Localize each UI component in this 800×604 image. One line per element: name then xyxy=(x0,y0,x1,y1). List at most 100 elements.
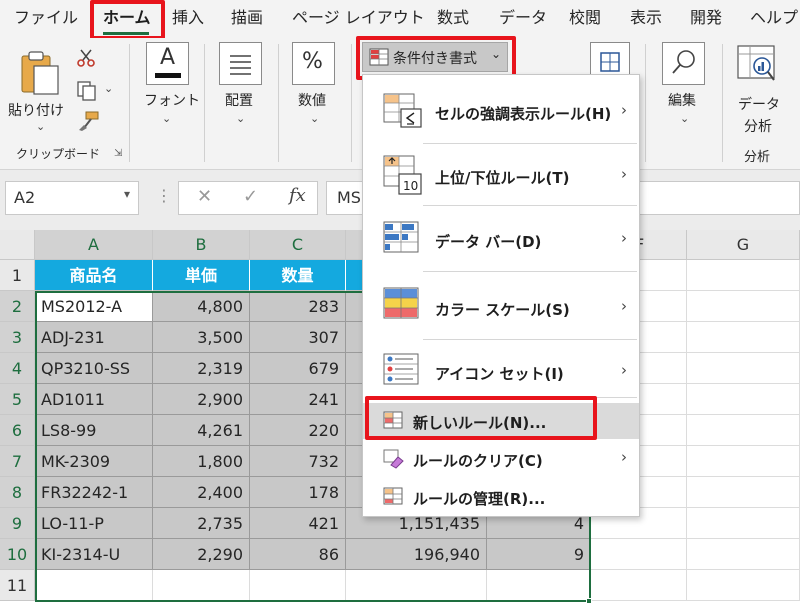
cell-c10[interactable]: 86 xyxy=(250,539,346,570)
grid-cell[interactable] xyxy=(687,415,800,446)
format-painter-icon[interactable] xyxy=(76,110,100,132)
cell-b6[interactable]: 4,261 xyxy=(153,415,250,446)
grid-cell[interactable] xyxy=(35,570,153,601)
cell-c8[interactable]: 178 xyxy=(250,477,346,508)
row-header-2[interactable]: 2 xyxy=(0,291,35,322)
cell-c2[interactable]: 283 xyxy=(250,291,346,322)
tab-draw[interactable]: 描画 xyxy=(231,0,263,38)
row-header-9[interactable]: 9 xyxy=(0,508,35,539)
cancel-icon[interactable]: ✕ xyxy=(197,186,212,207)
header-cell-price[interactable]: 単価 xyxy=(153,260,250,291)
row-header-3[interactable]: 3 xyxy=(0,322,35,353)
dialog-launcher-icon[interactable]: ⇲ xyxy=(114,148,122,159)
cell-b8[interactable]: 2,400 xyxy=(153,477,250,508)
row-header-1[interactable]: 1 xyxy=(0,260,35,291)
menu-item-color-scales[interactable]: カラー スケール(S) › xyxy=(363,275,639,337)
cell-c5[interactable]: 241 xyxy=(250,384,346,415)
insert-function-icon[interactable]: fx xyxy=(289,185,306,206)
cell-b9[interactable]: 2,735 xyxy=(153,508,250,539)
cell-b10[interactable]: 2,290 xyxy=(153,539,250,570)
row-header-5[interactable]: 5 xyxy=(0,384,35,415)
column-header-c[interactable]: C xyxy=(250,230,346,260)
menu-item-icon-sets[interactable]: アイコン セット(I) › xyxy=(363,341,639,399)
cell-a4[interactable]: QP3210-SS xyxy=(35,353,153,384)
column-header-a[interactable]: A xyxy=(35,230,153,260)
cell-a6[interactable]: LS8-99 xyxy=(35,415,153,446)
cell-a9[interactable]: LO-11-P xyxy=(35,508,153,539)
cell-a7[interactable]: MK-2309 xyxy=(35,446,153,477)
row-header-11[interactable]: 11 xyxy=(0,570,35,601)
cell-d10[interactable]: 196,940 xyxy=(346,539,487,570)
grid-cell[interactable] xyxy=(687,508,800,539)
cell-c4[interactable]: 679 xyxy=(250,353,346,384)
cell-b5[interactable]: 2,900 xyxy=(153,384,250,415)
menu-item-manage-rules[interactable]: ルールの管理(R)... xyxy=(363,479,639,515)
cut-icon[interactable] xyxy=(76,48,96,68)
row-header-6[interactable]: 6 xyxy=(0,415,35,446)
header-cell-quantity[interactable]: 数量 xyxy=(250,260,346,291)
grid-cell[interactable] xyxy=(591,539,687,570)
row-header-8[interactable]: 8 xyxy=(0,477,35,508)
name-box[interactable]: A2 ▾ xyxy=(5,181,139,215)
grid-cell[interactable] xyxy=(687,539,800,570)
enter-icon[interactable]: ✓ xyxy=(243,186,258,207)
fill-handle[interactable] xyxy=(586,598,592,604)
cell-a2[interactable]: MS2012-A xyxy=(35,291,153,322)
tab-formulas[interactable]: 数式 xyxy=(437,0,469,38)
grid-cell[interactable] xyxy=(687,477,800,508)
cell-b7[interactable]: 1,800 xyxy=(153,446,250,477)
cell-b3[interactable]: 3,500 xyxy=(153,322,250,353)
cell-c6[interactable]: 220 xyxy=(250,415,346,446)
grid-cell[interactable] xyxy=(687,446,800,477)
menu-item-data-bars[interactable]: データ バー(D) › xyxy=(363,209,639,269)
tab-review[interactable]: 校閲 xyxy=(569,0,601,38)
menu-item-top-bottom-rules[interactable]: 10 上位/下位ルール(T) › xyxy=(363,145,639,205)
tab-page-layout[interactable]: ページ レイアウト xyxy=(292,0,425,38)
grid-cell[interactable] xyxy=(687,353,800,384)
cell-e10[interactable]: 9 xyxy=(487,539,591,570)
grid-cell[interactable] xyxy=(687,291,800,322)
header-cell-product[interactable]: 商品名 xyxy=(35,260,153,291)
tab-developer[interactable]: 開発 xyxy=(690,0,722,38)
grid-cell[interactable] xyxy=(687,570,800,601)
tab-view[interactable]: 表示 xyxy=(630,0,662,38)
editing-button[interactable] xyxy=(662,42,705,85)
cell-c9[interactable]: 421 xyxy=(250,508,346,539)
cell-c3[interactable]: 307 xyxy=(250,322,346,353)
paste-button[interactable]: 貼り付け ⌄ xyxy=(8,46,70,133)
row-header-4[interactable]: 4 xyxy=(0,353,35,384)
tab-help[interactable]: ヘルプ xyxy=(750,0,798,38)
cell-a8[interactable]: FR32242-1 xyxy=(35,477,153,508)
row-header-7[interactable]: 7 xyxy=(0,446,35,477)
alignment-button[interactable] xyxy=(219,42,262,85)
cell-b2[interactable]: 4,800 xyxy=(153,291,250,322)
font-button[interactable]: A xyxy=(146,42,189,85)
editing-label: 編集 xyxy=(668,93,696,109)
cell-a10[interactable]: KI-2314-U xyxy=(35,539,153,570)
copy-icon[interactable] xyxy=(76,80,98,102)
tab-insert[interactable]: 挿入 xyxy=(172,0,204,38)
group-separator xyxy=(129,44,130,162)
tab-file[interactable]: ファイル xyxy=(14,0,78,38)
cell-b4[interactable]: 2,319 xyxy=(153,353,250,384)
data-analysis-button[interactable]: データ 分析 xyxy=(734,42,784,135)
column-header-b[interactable]: B xyxy=(153,230,250,260)
grid-cell[interactable] xyxy=(591,570,687,601)
grid-cell[interactable] xyxy=(153,570,250,601)
menu-item-highlight-rules[interactable]: セルの強調表示ルール(H) › xyxy=(363,81,639,141)
grid-cell[interactable] xyxy=(250,570,346,601)
cell-a5[interactable]: AD1011 xyxy=(35,384,153,415)
column-header-g[interactable]: G xyxy=(687,230,800,260)
grid-cell[interactable] xyxy=(687,322,800,353)
cell-c7[interactable]: 732 xyxy=(250,446,346,477)
row-header-10[interactable]: 10 xyxy=(0,539,35,570)
grid-cell[interactable] xyxy=(346,570,487,601)
number-button[interactable]: % xyxy=(292,42,335,85)
grid-cell[interactable] xyxy=(687,384,800,415)
cell-a3[interactable]: ADJ-231 xyxy=(35,322,153,353)
grid-cell[interactable] xyxy=(687,260,800,291)
tab-data[interactable]: データ xyxy=(499,0,547,38)
menu-item-clear-rules[interactable]: ルールのクリア(C) › xyxy=(363,441,639,477)
select-all-corner[interactable] xyxy=(0,230,35,260)
grid-cell[interactable] xyxy=(487,570,591,601)
